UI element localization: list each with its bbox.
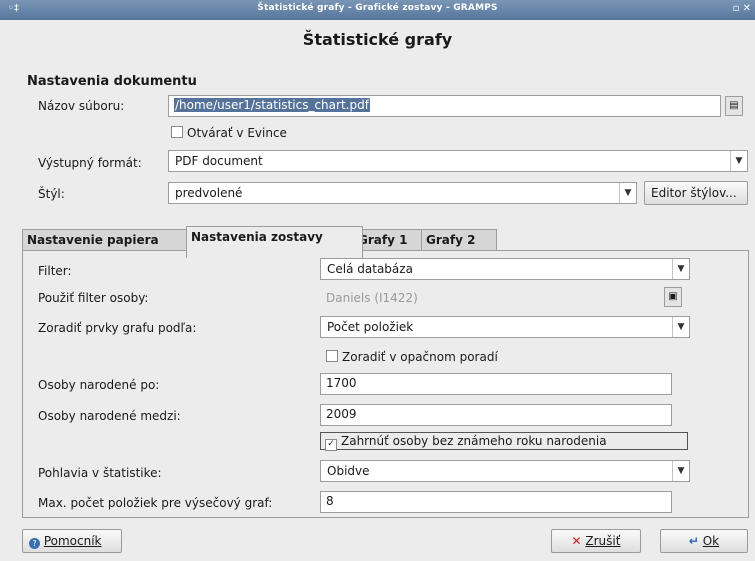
output-format-value: PDF document bbox=[175, 154, 263, 168]
help-button[interactable]: ? Pomocník bbox=[22, 529, 122, 553]
sort-label: Zoradiť prvky grafu podľa: bbox=[38, 321, 197, 335]
born-between-label: Osoby narodené medzi: bbox=[38, 409, 181, 423]
born-after-label: Osoby narodené po: bbox=[38, 378, 160, 392]
style-value: predvolené bbox=[175, 186, 243, 200]
output-format-select[interactable]: PDF document ▼ bbox=[168, 150, 748, 172]
chevron-down-icon: ▼ bbox=[672, 461, 689, 481]
window-controls-icon[interactable]: ▫ ✕ bbox=[733, 3, 751, 14]
born-after-input[interactable]: 1700 ▲▼ bbox=[320, 373, 672, 395]
chevron-down-icon: ▼ bbox=[672, 317, 689, 337]
born-between-value: 2009 bbox=[326, 407, 357, 421]
reverse-sort-checkbox[interactable]: Zoradiť v opačnom poradí bbox=[326, 350, 498, 364]
born-after-value: 1700 bbox=[326, 376, 357, 390]
chevron-down-icon: ▼ bbox=[619, 183, 636, 203]
help-icon: ? bbox=[29, 538, 40, 549]
max-items-input[interactable]: 8 ▲▼ bbox=[320, 491, 672, 513]
chevron-down-icon: ▼ bbox=[672, 259, 689, 279]
include-unknown-check-icon[interactable]: ✓ bbox=[325, 439, 337, 451]
ok-icon: ↵ bbox=[688, 534, 699, 548]
filter-select[interactable]: Celá databáza ▼ bbox=[320, 258, 690, 280]
cancel-button-label: Zrušiť bbox=[585, 534, 621, 548]
chevron-down-icon: ▼ bbox=[730, 151, 747, 171]
gender-select[interactable]: Obidve ▼ bbox=[320, 460, 690, 482]
max-items-label: Max. počet položiek pre výsečový graf: bbox=[38, 496, 273, 510]
dialog-heading: Štatistické grafy bbox=[302, 30, 453, 49]
reverse-sort-check-icon[interactable] bbox=[326, 350, 338, 362]
ok-button-label: Ok bbox=[702, 534, 720, 548]
sort-value: Počet položiek bbox=[327, 320, 414, 334]
output-format-label: Výstupný formát: bbox=[38, 156, 142, 170]
person-filter-label: Použiť filter osoby: bbox=[38, 291, 149, 305]
gender-value: Obidve bbox=[327, 464, 370, 478]
cancel-button[interactable]: ✕ Zrušiť bbox=[551, 529, 641, 553]
open-evince-checkbox[interactable]: Otvárať v Evince bbox=[171, 126, 287, 140]
reverse-sort-label: Zoradiť v opačnom poradí bbox=[342, 350, 498, 364]
person-filter-value: Daniels (I1422) bbox=[326, 291, 418, 305]
ok-button[interactable]: ↵ Ok bbox=[660, 529, 748, 553]
filename-value: /home/user1/statistics_chart.pdf bbox=[174, 98, 370, 112]
window-titlebar[interactable]: ◦‡ Štatistické grafy - Grafické zostavy … bbox=[0, 0, 755, 20]
max-items-value: 8 bbox=[326, 494, 334, 508]
select-person-icon[interactable]: ▣ bbox=[664, 287, 682, 307]
born-between-input[interactable]: 2009 ▲▼ bbox=[320, 404, 672, 426]
filename-input[interactable]: /home/user1/statistics_chart.pdf bbox=[168, 95, 721, 117]
tab-report-settings[interactable]: Nastavenia zostavy bbox=[186, 226, 363, 258]
style-editor-button[interactable]: Editor štýlov... bbox=[644, 181, 748, 205]
open-evince-check-icon[interactable] bbox=[171, 126, 183, 138]
gender-label: Pohlavia v štatistike: bbox=[38, 466, 162, 480]
filename-label: Názov súboru: bbox=[38, 99, 125, 113]
filter-value: Celá databáza bbox=[327, 262, 413, 276]
open-evince-label: Otvárať v Evince bbox=[187, 126, 287, 140]
browse-file-icon[interactable]: ▤ bbox=[725, 96, 743, 116]
document-section-title: Nastavenia dokumentu bbox=[27, 74, 197, 89]
style-select[interactable]: predvolené ▼ bbox=[168, 182, 637, 204]
style-label: Štýl: bbox=[38, 187, 65, 201]
sort-select[interactable]: Počet položiek ▼ bbox=[320, 316, 690, 338]
window-title: Štatistické grafy - Grafické zostavy - G… bbox=[257, 3, 498, 13]
help-button-label: Pomocník bbox=[43, 534, 102, 548]
filter-label: Filter: bbox=[38, 264, 72, 278]
cancel-icon: ✕ bbox=[571, 534, 582, 548]
include-unknown-label: Zahrnúť osoby bez známeho roku narodenia bbox=[341, 434, 607, 448]
include-unknown-checkbox[interactable]: ✓ Zahrnúť osoby bez známeho roku narodeni… bbox=[320, 432, 688, 451]
